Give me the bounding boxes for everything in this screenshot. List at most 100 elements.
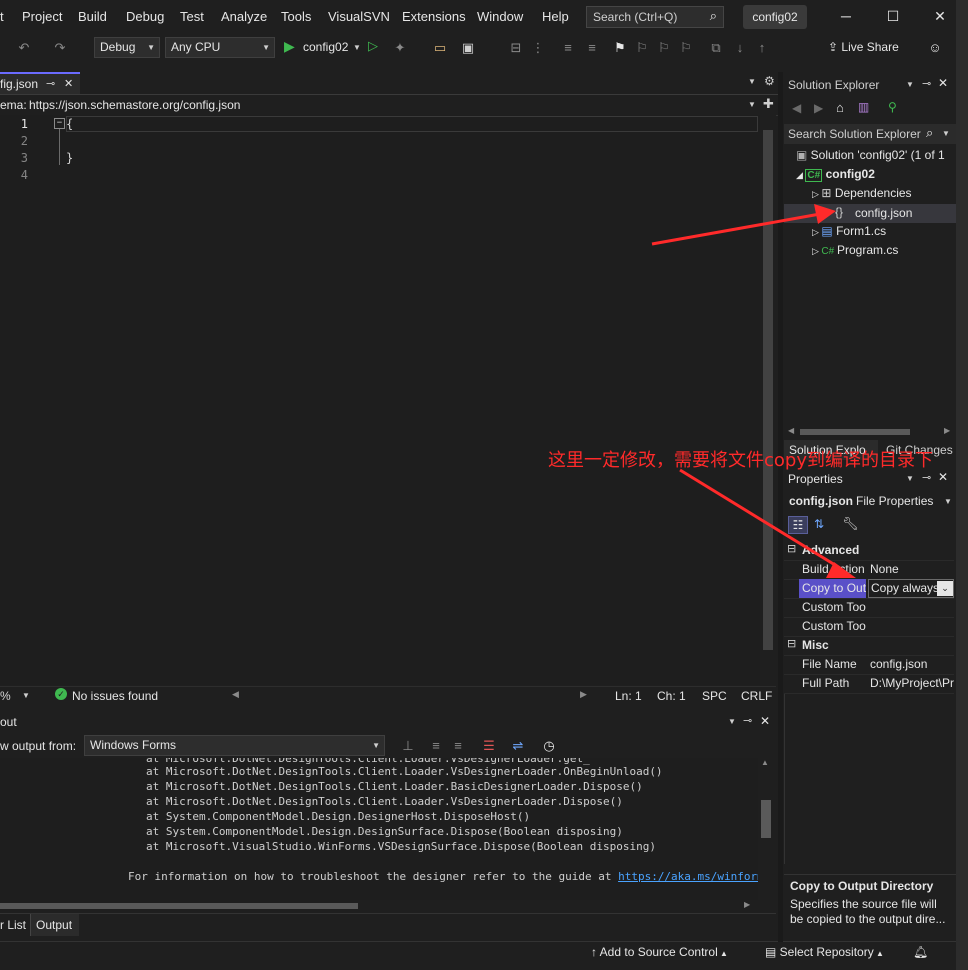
home-icon[interactable]: ⌂ [836, 100, 844, 115]
line-ending-indicator[interactable]: CRLF [741, 689, 772, 703]
indent-icon[interactable]: ≡ [560, 40, 576, 56]
close-icon[interactable]: ✕ [938, 76, 948, 90]
scroll-right-icon[interactable]: ▶ [580, 689, 587, 700]
chevron-down-icon[interactable]: ▼ [22, 691, 30, 700]
search-box[interactable]: Search (Ctrl+Q) ⌕ [586, 6, 724, 28]
maximize-icon[interactable]: ☐ [885, 8, 901, 24]
split-icon[interactable]: ✚ [763, 96, 774, 112]
tab-config-json[interactable]: fig.json ⊸ ✕ [0, 72, 80, 94]
menu-visualsvn[interactable]: VisualSVN [328, 9, 390, 24]
bookmark-icon[interactable]: ⚑ [612, 40, 628, 56]
menu-window[interactable]: Window [477, 9, 523, 24]
menu-analyze[interactable]: Analyze [221, 9, 267, 24]
issues-status[interactable]: No issues found [72, 689, 158, 703]
property-row-custom-tool-namespace[interactable]: Custom Tool Namespace [784, 617, 954, 637]
forward-icon[interactable]: ▶ [814, 101, 823, 115]
menu-help[interactable]: Help [542, 9, 569, 24]
menu-tools[interactable]: Tools [281, 9, 311, 24]
chevron-down-icon[interactable]: ▼ [748, 100, 756, 109]
se-hscroll-thumb[interactable] [800, 429, 910, 435]
clock-icon[interactable]: ◷ [541, 738, 557, 754]
alphabetical-icon[interactable]: ⇅ [814, 517, 824, 531]
property-pages-icon[interactable]: 🔧︎ [842, 516, 859, 532]
menu-extensions[interactable]: Extensions [402, 9, 466, 24]
designer-guide-link[interactable]: https://aka.ms/winforms/designe [618, 870, 758, 883]
output-source-select[interactable]: Windows Forms ▼ [84, 735, 385, 756]
arrow-down-icon[interactable]: ↓ [732, 40, 748, 56]
chevron-down-icon[interactable]: ⌄ [937, 581, 953, 596]
output-hscroll-thumb[interactable] [0, 903, 358, 909]
line-indicator[interactable]: Ln: 1 [615, 689, 642, 703]
output-vertical-scrollbar[interactable]: ▲ [758, 758, 774, 900]
arrow-up-icon[interactable]: ↑ [754, 40, 770, 56]
hot-reload-icon[interactable]: ✦ [392, 40, 408, 56]
tools-icon[interactable]: ⧉ [708, 40, 724, 56]
column-indicator[interactable]: Ch: 1 [657, 689, 686, 703]
chevron-down-icon[interactable]: ▼ [728, 717, 736, 726]
back-icon[interactable]: ◀ [792, 101, 801, 115]
live-share-button[interactable]: ⇪ Live Share [828, 40, 899, 54]
menu-test[interactable]: Test [180, 9, 204, 24]
close-icon[interactable]: ✕ [932, 8, 948, 24]
output-scroll-thumb[interactable] [761, 800, 771, 838]
add-source-control-button[interactable]: ↑ Add to Source Control ▲ [591, 945, 728, 959]
chevron-down-icon[interactable]: ▼ [353, 43, 361, 52]
feedback-icon[interactable]: ☺ [927, 40, 943, 56]
section-misc[interactable]: ⊟ Misc [784, 636, 954, 656]
clear-all-icon[interactable]: ☰ [481, 738, 497, 754]
screen-icon[interactable]: ▣ [460, 40, 476, 56]
outdent-icon[interactable]: ≡ [584, 40, 600, 56]
pin-icon[interactable]: ⊸ [46, 77, 55, 90]
panel-splitter[interactable] [778, 72, 783, 942]
minimize-icon[interactable]: ─ [838, 8, 854, 24]
property-row-build-action[interactable]: Build Action None [784, 560, 954, 580]
prev-message-icon[interactable]: ≡ [428, 738, 444, 754]
clear-bookmark-icon[interactable]: ⚐ [678, 40, 694, 56]
output-horizontal-scrollbar[interactable]: ▶ [0, 900, 758, 912]
copy-to-output-select[interactable]: Copy always ⌄ [868, 579, 954, 598]
project-badge[interactable]: config02 [743, 5, 807, 29]
tab-close-icon[interactable]: ✕ [64, 77, 73, 90]
project-node[interactable]: ◢ C# config02 [796, 167, 875, 182]
tab-overflow-icon[interactable]: ▼ [748, 77, 756, 86]
property-row-copy-to-output[interactable]: Copy to Output Directory Copy always ⌄ [784, 579, 954, 599]
property-row-full-path[interactable]: Full Path D:\MyProject\Pr [784, 674, 954, 694]
redo-icon[interactable]: ↷ [52, 40, 68, 56]
prev-bookmark-icon[interactable]: ⚐ [634, 40, 650, 56]
undo-icon[interactable]: ↶ [16, 40, 32, 56]
tab-output[interactable]: Output [30, 914, 79, 936]
schema-url[interactable]: https://json.schemastore.org/config.json [29, 98, 240, 112]
property-row-file-name[interactable]: File Name config.json [784, 655, 954, 675]
switch-views-icon[interactable]: ▥ [858, 100, 869, 114]
select-repository-button[interactable]: ▤ Select Repository ▲ [765, 945, 884, 959]
tree-item-program[interactable]: ▷ C# Program.cs [812, 243, 898, 257]
tab-error-list[interactable]: r List [0, 918, 26, 932]
chevron-down-icon[interactable]: ▼ [906, 80, 914, 89]
scroll-right-icon[interactable]: ▶ [944, 426, 950, 435]
pin-icon[interactable]: ⊸ [922, 77, 931, 90]
settings-icon[interactable]: ⚙ [764, 74, 775, 88]
start-without-debug-icon[interactable]: ▷ [368, 38, 378, 54]
scroll-left-icon[interactable]: ◀ [788, 426, 794, 435]
goto-error-icon[interactable]: ⊥ [400, 738, 416, 754]
categorized-icon[interactable]: ☷ [788, 516, 808, 534]
close-icon[interactable]: ✕ [760, 714, 770, 728]
section-advanced[interactable]: ⊟ Advanced [784, 541, 954, 561]
start-target[interactable]: config02 [303, 40, 348, 54]
chevron-down-icon[interactable]: ▼ [942, 129, 950, 138]
whitespace-indicator[interactable]: SPC [702, 689, 727, 703]
start-icon[interactable]: ▶ [284, 38, 295, 55]
scroll-right-icon[interactable]: ▶ [744, 900, 750, 909]
solution-search-input[interactable]: Search Solution Explorer ⌕ ▼ [784, 124, 956, 144]
zoom-level[interactable]: % [0, 689, 11, 703]
pin-icon[interactable]: ⊸ [743, 714, 752, 727]
folder-icon[interactable]: ▭ [432, 40, 448, 56]
notifications-icon[interactable]: 🔔︎ [913, 945, 928, 959]
scroll-up-icon[interactable]: ▲ [761, 758, 769, 767]
menu-project[interactable]: Project [22, 9, 62, 24]
menu-debug[interactable]: Debug [126, 9, 164, 24]
code-editor[interactable]: 1 2 3 4 − { } [0, 115, 760, 685]
format-icon[interactable]: ⊟ [508, 40, 524, 56]
next-message-icon[interactable]: ≡ [450, 738, 466, 754]
align-icon[interactable]: ⋮ [530, 40, 546, 56]
